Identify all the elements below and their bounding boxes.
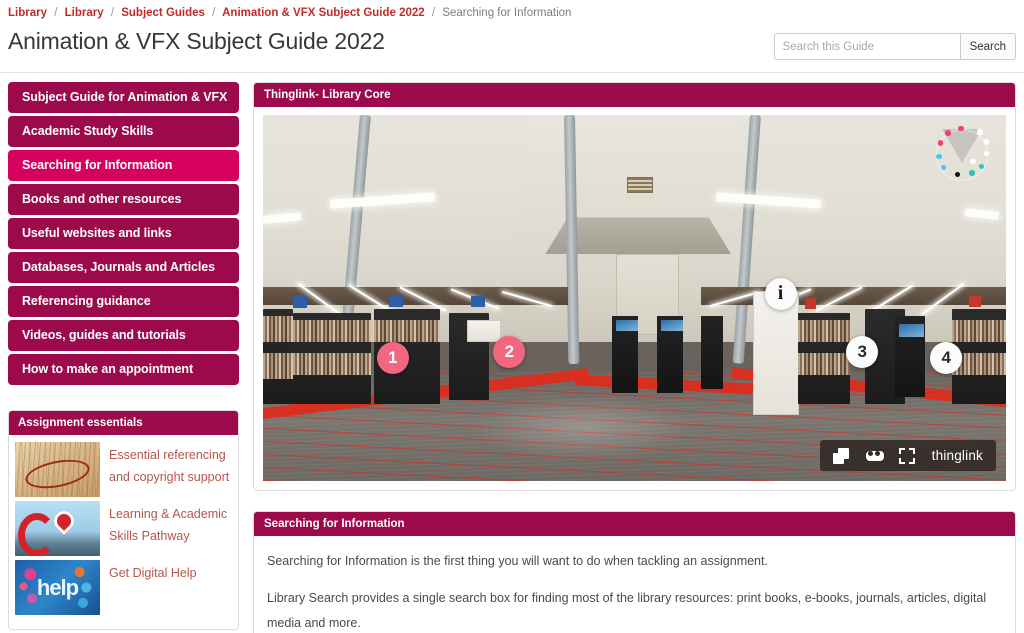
map-pin-thumbnail [15,501,100,556]
duplicate-icon[interactable] [832,447,849,464]
searching-for-information-panel: Searching for Information Searching for … [253,511,1016,633]
banner-logo [805,298,817,309]
breadcrumb-separator: / [212,7,216,19]
compass-dot [936,153,942,160]
wayfinding-sign [471,296,486,308]
sidebar-item-useful-websites-and-links[interactable]: Useful websites and links [8,218,239,249]
sidebar-item-subject-guide[interactable]: Subject Guide for Animation & VFX [8,82,239,113]
breadcrumb-item-2[interactable]: Library [65,7,104,19]
reference-dictionary-thumbnail [15,442,100,497]
books-row [292,319,371,342]
essential-referencing-link[interactable]: Essential referencing and copyright supp… [109,442,232,488]
sidebar-item-how-to-make-an-appointment[interactable]: How to make an appointment [8,354,239,385]
wayfinding-sign [968,296,981,308]
compass-dot [977,129,983,135]
guide-search: Search [773,33,1016,60]
page-title: Animation & VFX Subject Guide 2022 [8,28,385,54]
compass-dot [970,158,976,165]
books-row [797,319,850,342]
kiosk-screen [615,319,638,331]
breadcrumb-separator: / [110,7,115,19]
list-item[interactable]: Learning & Academic Skills Pathway [15,501,232,556]
compass-dot [969,170,975,176]
main-layout: Subject Guide for Animation & VFX Academ… [0,73,1024,633]
computer-kiosk [701,316,724,390]
breadcrumb-separator: / [431,7,436,19]
hotspot-info-icon[interactable]: i [764,277,797,310]
breadcrumb-separator: / [54,7,58,19]
breadcrumb-item-4[interactable]: Animation & VFX Subject Guide 2022 [222,7,425,19]
page-header: Animation & VFX Subject Guide 2022 Searc… [0,22,1024,73]
wayfinding-sign [292,296,307,309]
floor-glare [471,395,694,462]
sidebar-item-books-and-other-resources[interactable]: Books and other resources [8,184,239,215]
books-row [292,352,371,375]
wayfinding-sign [389,296,404,308]
thinglink-panel: Thinglink- Library Core 1 2 3 4 i thingl… [253,82,1016,491]
list-item[interactable]: help Get Digital Help [15,560,232,615]
books-row [263,316,293,342]
breadcrumb: Library / Library / Subject Guides / Ani… [0,0,1024,22]
wall-vent [627,177,654,194]
thinglink-wordmark[interactable]: thinglink [932,448,983,463]
fullscreen-icon[interactable] [898,447,915,464]
books-row [374,319,441,342]
content-panel-title: Searching for Information [254,512,1015,536]
compass-dot [983,139,990,145]
compass-dot [958,125,964,132]
sidebar-item-databases-journals-articles[interactable]: Databases, Journals and Articles [8,252,239,283]
hotspot-4[interactable]: 4 [930,341,963,374]
sidebar-item-searching-for-information[interactable]: Searching for Information [8,150,239,181]
compass-dial[interactable] [930,123,994,187]
content-paragraph-1: Searching for Information is the first t… [267,554,768,568]
list-item[interactable]: Essential referencing and copyright supp… [15,442,232,497]
breadcrumb-item-3[interactable]: Subject Guides [121,7,205,19]
hotspot-1[interactable]: 1 [376,341,409,374]
breadcrumb-current: Searching for Information [442,7,572,19]
content-paragraph-2: Library Search provides a single search … [267,591,987,630]
display-poster [467,319,502,342]
assignment-essentials-body: Essential referencing and copyright supp… [9,435,238,629]
vr-goggles-icon[interactable] [865,448,884,464]
books-row [797,352,850,375]
kiosk-screen [660,319,683,331]
books-row [263,352,293,379]
digital-help-thumbnail: help [15,560,100,615]
compass-dot [937,140,944,146]
books-row [952,319,1006,342]
compass-dot [983,150,990,157]
panorama-viewer[interactable]: 1 2 3 4 i thinglink [263,115,1006,481]
sidebar-item-academic-study-skills[interactable]: Academic Study Skills [8,116,239,147]
guide-navigation: Subject Guide for Animation & VFX Academ… [8,82,239,385]
compass-dot [945,130,951,136]
sidebar-item-videos-guides-tutorials[interactable]: Videos, guides and tutorials [8,320,239,351]
hotspot-2[interactable]: 2 [493,336,526,369]
sidebar-item-referencing-guidance[interactable]: Referencing guidance [8,286,239,317]
get-digital-help-link[interactable]: Get Digital Help [109,560,197,584]
thinglink-toolbar: thinglink [819,440,996,471]
breadcrumb-item-1[interactable]: Library [8,7,47,19]
thinglink-panel-body: 1 2 3 4 i thinglink [254,107,1015,490]
content-panel-body: Searching for Information is the first t… [254,536,1015,633]
sidebar: Subject Guide for Animation & VFX Academ… [8,82,239,630]
assignment-essentials-box: Assignment essentials Essential referenc… [8,410,239,630]
thinglink-panel-title: Thinglink- Library Core [254,83,1015,107]
learning-academic-skills-pathway-link[interactable]: Learning & Academic Skills Pathway [109,501,232,547]
help-thumbnail-word: help [36,574,79,600]
kiosk-screen [899,323,924,337]
assignment-essentials-title: Assignment essentials [9,411,238,435]
compass-ring [936,129,988,181]
search-button[interactable]: Search [959,33,1016,60]
main-content: Thinglink- Library Core 1 2 3 4 i thingl… [253,82,1016,633]
search-input[interactable] [773,33,960,60]
